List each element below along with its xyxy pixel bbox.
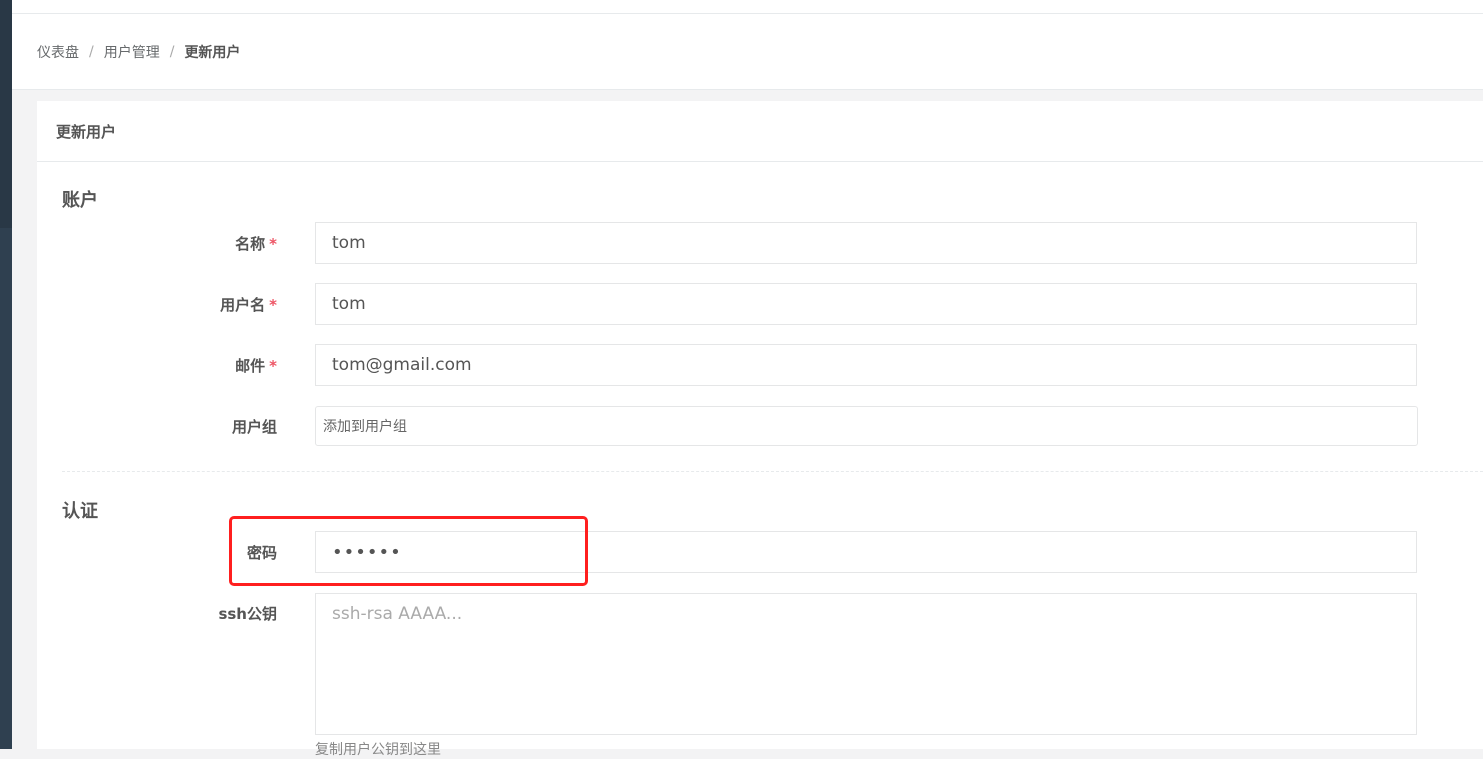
group-label: 用户组 bbox=[231, 418, 277, 436]
email-label: 邮件 * bbox=[235, 355, 277, 376]
auth-section-title: 认证 bbox=[62, 501, 98, 522]
name-input[interactable] bbox=[315, 222, 1417, 264]
username-label-text: 用户名 bbox=[220, 296, 266, 314]
name-label: 名称 * bbox=[235, 233, 277, 254]
username-input[interactable] bbox=[315, 283, 1417, 325]
ssh-key-help-text: 复制用户公钥到这里 bbox=[315, 742, 441, 758]
username-label: 用户名 * bbox=[220, 294, 277, 315]
sidebar-edge-accent bbox=[0, 0, 12, 228]
breadcrumb-current: 更新用户 bbox=[184, 44, 241, 61]
email-label-text: 邮件 bbox=[235, 357, 266, 375]
required-mark: * bbox=[269, 235, 277, 253]
top-navbar bbox=[12, 0, 1483, 14]
required-mark: * bbox=[269, 357, 277, 375]
password-input[interactable] bbox=[315, 531, 1417, 573]
group-select[interactable]: 添加到用户组 bbox=[315, 406, 1418, 446]
sidebar-edge bbox=[0, 0, 12, 749]
name-label-text: 名称 bbox=[235, 235, 266, 253]
breadcrumb-separator: / bbox=[89, 43, 94, 60]
account-section-title: 账户 bbox=[62, 190, 98, 211]
breadcrumb-dashboard[interactable]: 仪表盘 bbox=[37, 42, 79, 62]
password-label: 密码 bbox=[246, 544, 277, 562]
panel-title: 更新用户 bbox=[37, 101, 1483, 162]
section-divider bbox=[62, 471, 1483, 472]
required-mark: * bbox=[269, 296, 277, 314]
update-user-panel: 更新用户 账户 名称* 用户名* 邮件* 用户组 添加到用户组 认证 密码 ss… bbox=[37, 101, 1483, 758]
email-input[interactable] bbox=[315, 344, 1417, 386]
group-select-placeholder: 添加到用户组 bbox=[323, 419, 407, 435]
breadcrumb-separator: / bbox=[169, 43, 175, 60]
breadcrumb: 仪表盘 / 用户管理 / 更新用户 bbox=[12, 14, 1483, 90]
ssh-key-label: ssh公钥 bbox=[218, 605, 277, 623]
breadcrumb-user-management[interactable]: 用户管理 bbox=[104, 42, 160, 62]
ssh-key-textarea[interactable] bbox=[315, 593, 1417, 735]
